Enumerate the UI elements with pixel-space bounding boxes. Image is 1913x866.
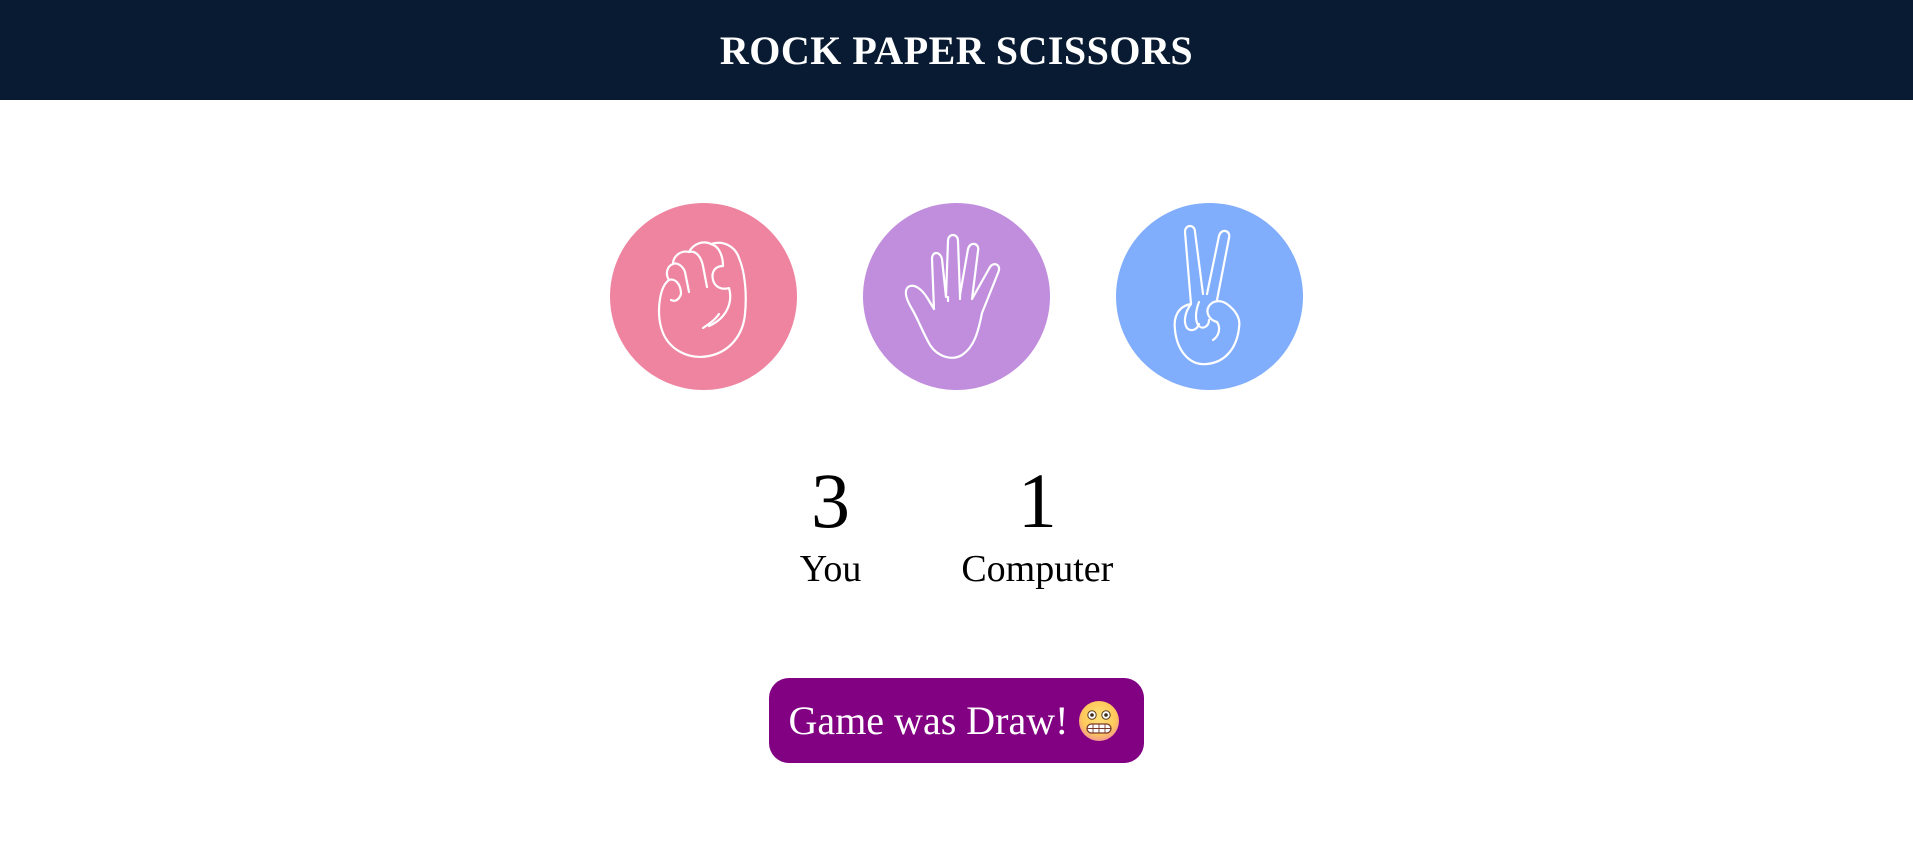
user-score-value: 3 xyxy=(811,457,850,544)
grimacing-face-emoji-icon xyxy=(1079,700,1120,741)
scissors-choice[interactable] xyxy=(1116,203,1303,390)
fist-icon xyxy=(657,240,747,358)
paper-choice[interactable] xyxy=(863,203,1050,390)
page-title: ROCK PAPER SCISSORS xyxy=(719,27,1194,73)
scoreboard: 3 You 1 Computer xyxy=(0,455,1913,591)
rock-choice[interactable] xyxy=(610,203,797,390)
peace-hand-icon xyxy=(1173,224,1240,365)
choices-row xyxy=(0,203,1913,390)
message-container: Game was Draw! xyxy=(0,678,1913,763)
result-message: Game was Draw! xyxy=(768,678,1145,763)
user-score-label: You xyxy=(799,548,862,590)
result-message-text: Game was Draw! xyxy=(788,698,1069,743)
user-score: 3 You xyxy=(800,455,862,591)
computer-score-value: 1 xyxy=(1017,457,1057,544)
computer-score-label: Computer xyxy=(961,548,1114,590)
computer-score: 1 Computer xyxy=(961,455,1113,591)
header-bar: ROCK PAPER SCISSORS xyxy=(0,0,1913,100)
open-hand-icon xyxy=(904,233,1000,359)
